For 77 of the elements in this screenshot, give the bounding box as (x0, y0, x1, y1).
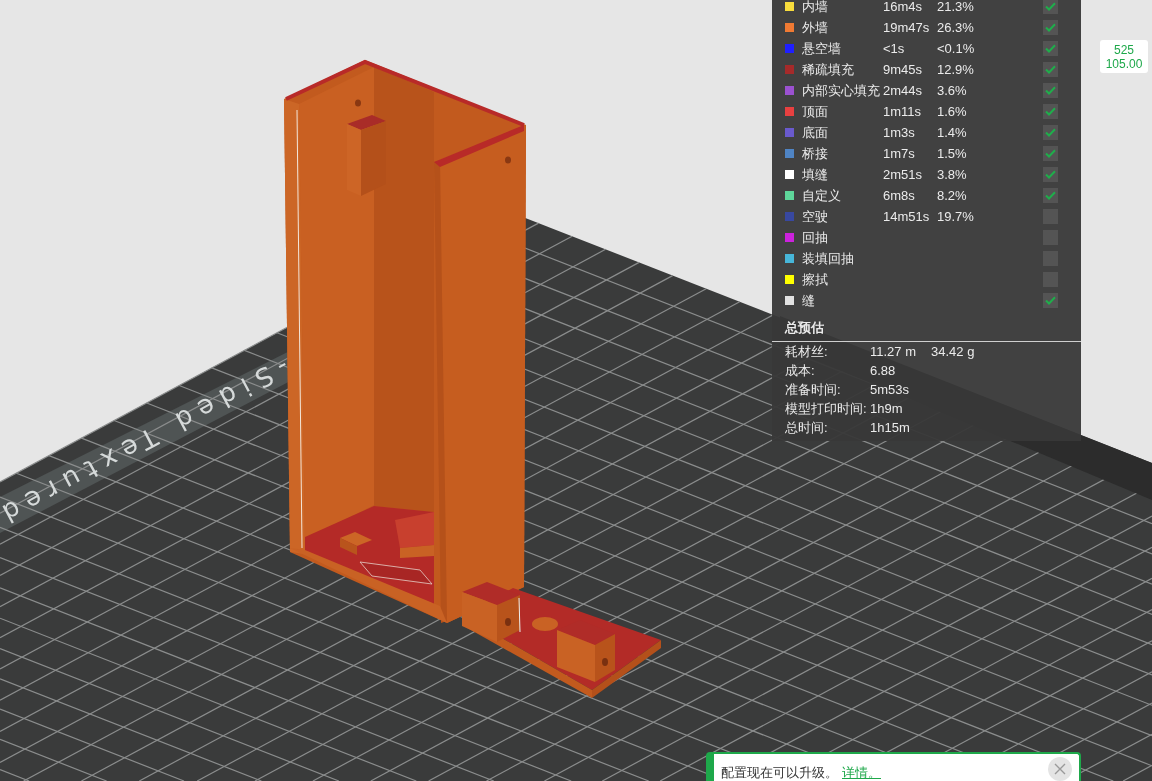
summary-value: 11.27 m (870, 344, 916, 359)
time-text: 6m8s (883, 188, 915, 203)
checkmark-icon (1045, 107, 1056, 116)
time-text: 1m11s (883, 104, 922, 119)
percent-text: 26.3% (937, 20, 974, 35)
time-text: 2m51s (883, 167, 923, 182)
visibility-checkbox[interactable] (1043, 125, 1058, 140)
visibility-checkbox[interactable] (1043, 0, 1058, 14)
legend-label: 填缝 (802, 167, 829, 182)
visibility-checkbox[interactable] (1043, 188, 1058, 203)
close-button[interactable] (1048, 757, 1072, 781)
legend-label: 内墙 (802, 0, 829, 14)
time-text: 2m44s (883, 83, 923, 98)
notification-message: 配置现在可以升级。 (721, 766, 838, 780)
percent-text: 1.5% (937, 146, 967, 161)
summary-label: 模型打印时间: (785, 401, 868, 416)
percent-text: 8.2% (937, 188, 967, 203)
visibility-checkbox[interactable] (1043, 146, 1058, 161)
legend-label: 悬空墙 (802, 41, 842, 56)
legend-label: 稀疏填充 (802, 62, 855, 77)
checkmark-icon (1045, 149, 1056, 158)
summary-title: 总预估 (785, 321, 824, 335)
legend-label: 空驶 (802, 209, 829, 224)
summary-label: 准备时间: (785, 382, 842, 397)
time-text: 19m47s (883, 20, 930, 35)
checkmark-icon (1045, 2, 1056, 11)
visibility-checkbox[interactable] (1043, 104, 1058, 119)
legend-label: 装填回抽 (802, 251, 855, 266)
summary-value: 34.42 g (931, 344, 975, 359)
legend-label: 缝 (802, 293, 816, 308)
checkmark-icon (1045, 296, 1056, 305)
time-text: 1m7s (883, 146, 915, 161)
summary-value: 6.88 (870, 363, 896, 378)
checkmark-icon (1045, 65, 1056, 74)
visibility-checkbox[interactable] (1043, 293, 1058, 308)
tag-text: 525 (1114, 42, 1134, 57)
summary-value: 1h15m (870, 420, 910, 435)
visibility-checkbox[interactable] (1043, 20, 1058, 35)
close-icon (1054, 763, 1066, 775)
summary-label: 耗材丝: (785, 344, 829, 359)
checkmark-icon (1045, 23, 1056, 32)
percent-text: 1.4% (937, 125, 967, 140)
legend-label: 桥接 (802, 146, 829, 161)
visibility-checkbox[interactable] (1043, 167, 1058, 182)
time-text: 1m3s (883, 125, 915, 140)
visibility-checkbox[interactable] (1043, 83, 1058, 98)
legend-label: 底面 (802, 125, 829, 140)
legend-label: 顶面 (802, 104, 829, 119)
summary-label: 总时间: (785, 420, 829, 435)
visibility-checkbox[interactable] (1043, 62, 1058, 77)
time-text: <1s (883, 41, 905, 56)
percent-text: 3.6% (937, 83, 967, 98)
checkmark-icon (1045, 44, 1056, 53)
checkmark-icon (1045, 170, 1056, 179)
details-link[interactable]: 详情。 (842, 766, 881, 780)
percent-text: <0.1% (937, 41, 975, 56)
percent-text: 1.6% (937, 104, 967, 119)
visibility-checkbox[interactable] (1043, 41, 1058, 56)
percent-text: 21.3% (937, 0, 974, 14)
legend-label: 擦拭 (802, 272, 829, 287)
summary-value: 5m53s (870, 382, 910, 397)
checkmark-icon (1045, 191, 1056, 200)
percent-text: 12.9% (937, 62, 974, 77)
summary-value: 1h9m (870, 401, 903, 416)
legend-label: 回抽 (802, 230, 829, 245)
legend-label: 外墙 (802, 20, 829, 35)
checkmark-icon (1045, 86, 1056, 95)
legend-label: 内部实心填充 (802, 83, 881, 98)
time-text: 16m4s (883, 0, 923, 14)
legend-label: 自定义 (802, 188, 842, 203)
summary-label: 成本: (785, 363, 816, 378)
tag-text: 105.00 (1105, 56, 1143, 71)
percent-text: 3.8% (937, 167, 967, 182)
time-text: 14m51s (883, 209, 930, 224)
checkmark-icon (1045, 128, 1056, 137)
time-text: 9m45s (883, 62, 923, 77)
percent-text: 19.7% (937, 209, 974, 224)
